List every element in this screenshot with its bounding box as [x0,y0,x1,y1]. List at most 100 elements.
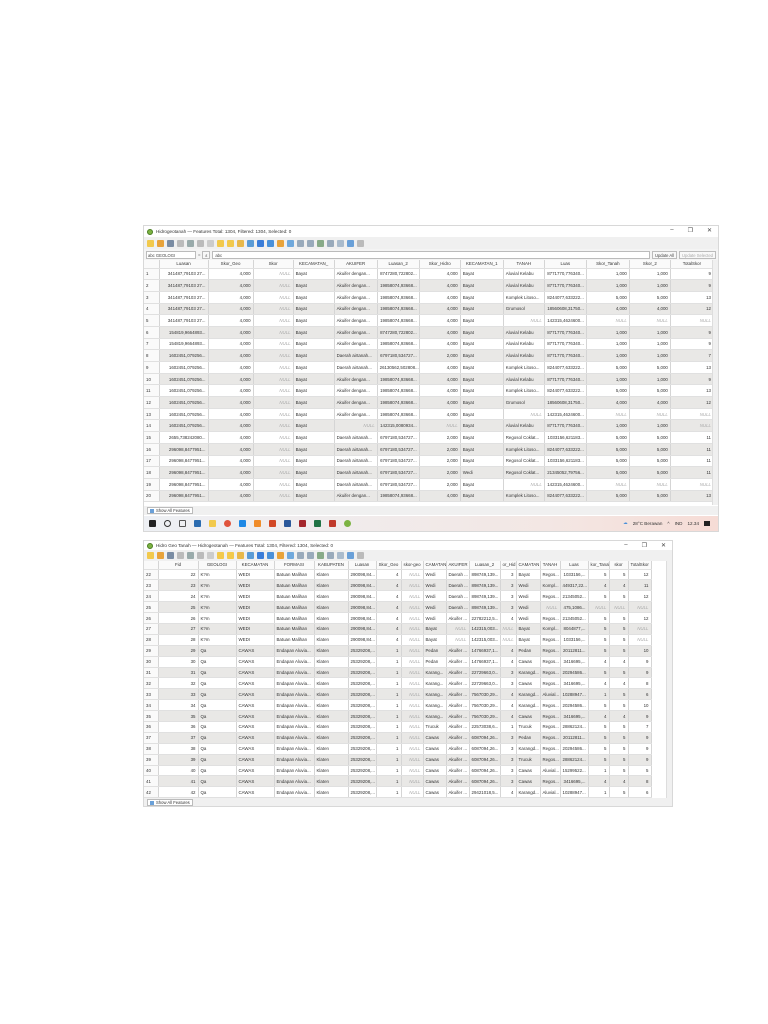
table-cell[interactable]: 142315,003... [469,634,501,646]
table-cell[interactable]: 6087094,26... [469,775,501,788]
table-cell[interactable]: 1602451,079256... [159,373,209,386]
toolbar-button-icon[interactable] [267,239,274,247]
table-cell[interactable]: Endapan Aluvia... [274,775,315,788]
table-cell[interactable]: 20112811... [560,732,589,744]
table-cell[interactable]: 8244077,633222... [544,490,587,503]
table-cell[interactable]: 1602451,079256... [159,349,209,362]
table-cell[interactable]: NULL [334,419,378,433]
table-cell[interactable]: 290098,84... [348,590,377,603]
table-row[interactable]: 23 23 K?m WEDI Batuan Malihan Klaten 290098,84… [144,579,652,592]
row-number[interactable]: 20 [144,490,160,503]
table-cell[interactable]: 5 [588,623,610,635]
table-cell[interactable]: 4,000 [208,408,254,421]
table-cell[interactable]: 4,000 [629,396,671,409]
table-cell[interactable]: Qa [198,743,237,755]
table-row[interactable]: 31 31 Qa CAWAS Endapan Aluvia... Klaten 253292… [144,667,652,679]
table-cell[interactable]: 5 [628,765,652,777]
column-header[interactable]: Luasan_2 [469,561,501,570]
table-cell[interactable]: 13 [670,490,715,503]
app-icon[interactable] [329,520,336,527]
table-cell[interactable]: 290098,84... [348,569,377,581]
row-number[interactable]: 36 [144,721,159,733]
row-number[interactable]: 11 [144,384,160,398]
table-cell[interactable]: 3 [500,601,517,614]
file-explorer-icon[interactable] [209,520,216,527]
table-cell[interactable]: NULL [670,314,715,327]
table-cell[interactable]: 3 [500,569,517,581]
table-cell[interactable]: Daerah airtanah... [334,443,378,456]
table-cell[interactable]: 4 [376,623,402,635]
table-cell[interactable]: Endapan Aluvia... [274,645,315,657]
table-cell[interactable]: Cawas [423,765,447,777]
toolbar-button-icon[interactable] [197,239,204,247]
table-cell[interactable]: 5 [609,732,629,744]
table-cell[interactable]: 2,000 [419,455,461,468]
table-cell[interactable]: Endapan Aluvia... [274,743,315,755]
table-row[interactable]: 22 22 K?m WEDI Batuan Malihan Klaten 290098,84… [144,569,652,581]
table-cell[interactable]: Karangd... [516,786,541,799]
table-cell[interactable]: 5 [588,569,610,581]
column-header[interactable]: CAMATAN [516,561,541,570]
toolbar-button-icon[interactable] [187,239,194,247]
column-header[interactable] [144,561,159,570]
table-cell[interactable]: Regos... [540,721,561,733]
table-cell[interactable]: 14766937,1... [469,645,501,657]
table-cell[interactable]: 19858074,93668... [377,490,420,503]
table-cell[interactable]: 7 [628,721,652,733]
table-cell[interactable]: Trucuk [423,721,447,733]
table-cell[interactable]: Bayat [460,455,504,468]
table-cell[interactable]: 40 [158,765,199,777]
table-cell[interactable]: Karangd... [516,743,541,755]
table-cell[interactable]: 8771770,776340... [544,373,587,386]
table-cell[interactable]: Klaten [314,667,349,679]
table-cell[interactable]: Qa [198,721,237,733]
table-cell[interactable]: CAWAS [236,667,275,679]
table-cell[interactable]: 13 [670,384,715,398]
toolbar-button-icon[interactable] [277,552,284,559]
table-cell[interactable]: Akuifer ... [446,645,470,657]
table-cell[interactable]: 19858074,93668... [377,384,420,398]
table-cell[interactable]: CAWAS [236,732,275,744]
table-cell[interactable]: 8 [628,775,652,788]
table-cell[interactable]: Bayat [460,431,504,444]
table-cell[interactable]: Cawas [423,786,447,799]
table-cell[interactable]: 154819,9664893... [159,326,209,339]
table-cell[interactable]: 28862124... [560,721,589,733]
table-row[interactable]: 11 1602451,079256... 4,000 NULL Bayat Akuifer… [144,384,715,398]
table-cell[interactable]: NULL [670,408,715,421]
table-cell[interactable]: Batuan Malihan [274,569,315,581]
toolbar-button-icon[interactable] [347,239,354,247]
table-cell[interactable]: 1 [376,765,402,777]
table-cell[interactable]: Wedi [516,612,541,624]
table-cell[interactable]: 7567030,29... [469,699,501,712]
table-cell[interactable]: 19858074,93668... [377,303,420,316]
table-cell[interactable]: CAWAS [236,656,275,668]
table-cell[interactable]: 4,000 [208,431,254,444]
table-cell[interactable]: Karangd... [516,699,541,712]
table-cell[interactable]: 4,000 [208,291,254,304]
table-cell[interactable]: 11 [670,466,715,479]
toolbar-button-icon[interactable] [187,552,194,559]
table-cell[interactable]: 1 [376,732,402,744]
table-cell[interactable]: Endapan Aluvia... [274,765,315,777]
table-cell[interactable]: 22573038,6... [469,721,501,733]
toolbar-button-icon[interactable] [247,239,254,247]
table-cell[interactable]: 296098,8477951... [159,466,209,479]
table-cell[interactable]: Akuifer dengan... [334,338,378,351]
table-cell[interactable]: 9 [628,743,652,755]
row-number[interactable]: 32 [144,677,159,690]
close-icon[interactable]: ✕ [661,542,666,549]
table-cell[interactable]: 1602451,079256... [159,361,209,374]
table-cell[interactable]: 5 [609,765,629,777]
table-cell[interactable]: 2,000 [419,466,461,479]
table-cell[interactable]: Klaten [314,699,349,712]
table-cell[interactable]: 37 [158,732,199,744]
table-row[interactable]: 35 35 Qa CAWAS Endapan Aluvia... Klaten 253292… [144,710,652,722]
column-header[interactable]: Skor_Tanah [586,260,630,269]
table-cell[interactable]: 5,000 [586,466,630,479]
table-cell[interactable]: Klaten [314,754,349,766]
table-cell[interactable]: Endapan Aluvia... [274,677,315,690]
table-cell[interactable]: 4 [376,601,402,614]
store-icon[interactable] [194,520,201,527]
table-cell[interactable]: Daerah airtanah... [334,431,378,444]
